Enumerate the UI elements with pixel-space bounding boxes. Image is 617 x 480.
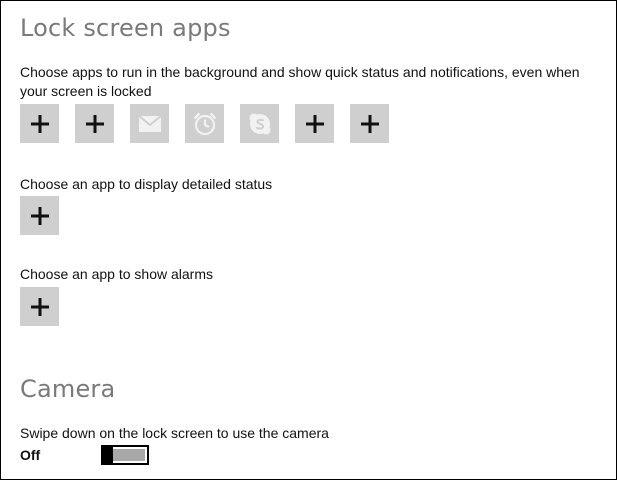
plus-icon bbox=[30, 206, 50, 226]
mail-icon bbox=[138, 115, 161, 132]
plus-icon bbox=[305, 114, 325, 134]
alarms-app-slot[interactable] bbox=[185, 104, 224, 143]
plus-icon bbox=[85, 114, 105, 134]
mail-app-slot[interactable] bbox=[130, 104, 169, 143]
toggle-thumb[interactable] bbox=[103, 447, 113, 463]
plus-icon bbox=[360, 114, 380, 134]
detailed-status-slot bbox=[20, 196, 59, 235]
camera-toggle-row: Off bbox=[20, 445, 220, 465]
skype-icon bbox=[248, 112, 272, 136]
lock-screen-app-slots bbox=[20, 104, 389, 143]
toggle-track bbox=[113, 449, 145, 461]
plus-icon bbox=[30, 114, 50, 134]
add-lock-screen-app-button-1[interactable] bbox=[20, 104, 59, 143]
detailed-status-label: Choose an app to display detailed status bbox=[20, 176, 273, 192]
alarms-label: Choose an app to show alarms bbox=[20, 266, 213, 282]
add-lock-screen-app-button-3[interactable] bbox=[295, 104, 334, 143]
lock-screen-apps-heading: Lock screen apps bbox=[20, 14, 231, 42]
alarm-clock-icon bbox=[192, 111, 218, 137]
camera-heading: Camera bbox=[20, 375, 116, 403]
alarms-slot bbox=[20, 287, 59, 326]
add-detailed-status-app-button[interactable] bbox=[20, 196, 59, 235]
settings-panel: Lock screen apps Choose apps to run in t… bbox=[0, 0, 617, 480]
camera-toggle-state-label: Off bbox=[20, 447, 41, 463]
skype-app-slot[interactable] bbox=[240, 104, 279, 143]
plus-icon bbox=[30, 297, 50, 317]
add-lock-screen-app-button-2[interactable] bbox=[75, 104, 114, 143]
lock-screen-apps-description: Choose apps to run in the background and… bbox=[20, 64, 580, 99]
camera-description: Swipe down on the lock screen to use the… bbox=[20, 425, 329, 441]
camera-toggle-switch[interactable] bbox=[101, 445, 149, 465]
add-lock-screen-app-button-4[interactable] bbox=[350, 104, 389, 143]
add-alarms-app-button[interactable] bbox=[20, 287, 59, 326]
